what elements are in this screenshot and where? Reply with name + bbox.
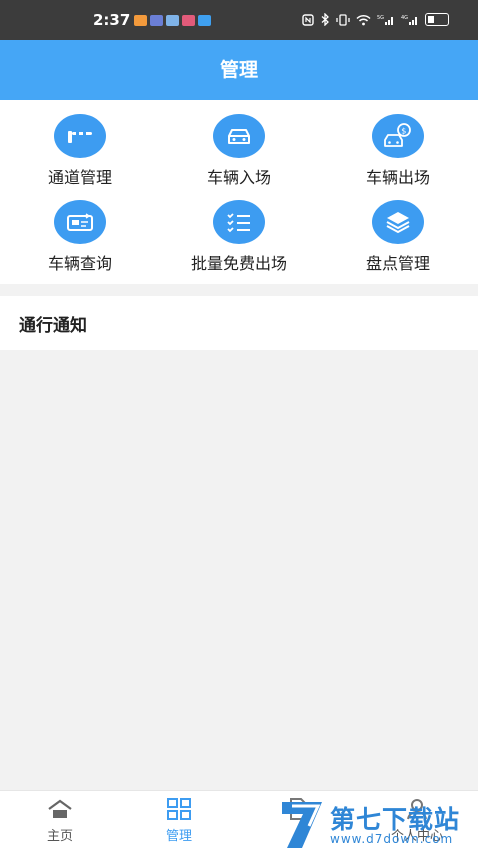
grid-item-gate-management[interactable]: 通道管理 xyxy=(0,100,160,187)
grid-item-label: 通道管理 xyxy=(47,168,112,187)
tab-management[interactable]: 管理 xyxy=(119,791,239,851)
grid-item-label: 批量免费出场 xyxy=(190,254,287,273)
tab-home[interactable]: 主页 xyxy=(0,791,120,851)
signal-4g-icon: 4G xyxy=(401,15,417,25)
checklist-icon xyxy=(213,200,265,244)
grid-item-inventory-management[interactable]: 盘点管理 xyxy=(318,186,478,273)
watermark-url: www.d7down.com xyxy=(330,832,454,846)
status-bar: 2:37 5G 4G xyxy=(0,0,478,40)
grid-item-vehicle-query[interactable]: 车辆查询 xyxy=(0,186,160,273)
grid-item-label: 车辆出场 xyxy=(365,168,430,187)
wifi-icon xyxy=(356,14,371,25)
grid-item-vehicle-entry[interactable]: 车辆入场 xyxy=(159,100,319,187)
signal-5g-icon: 5G xyxy=(377,15,393,25)
vehicle-card-icon xyxy=(54,200,106,244)
svg-text:5G: 5G xyxy=(377,15,384,21)
home-icon xyxy=(46,797,74,821)
grid-item-vehicle-exit[interactable]: $ 车辆出场 xyxy=(318,100,478,187)
grid-item-label: 盘点管理 xyxy=(365,254,430,273)
tab-label: 管理 xyxy=(165,829,192,844)
watermark-logo: 第七下载站 www.d7down.com xyxy=(278,796,478,850)
page-title: 管理 xyxy=(0,40,478,100)
layers-icon xyxy=(372,200,424,244)
notice-title: 通行通知 xyxy=(19,316,87,336)
watermark-7-icon xyxy=(282,802,322,848)
status-time: 2:37 xyxy=(93,11,131,29)
gate-barrier-icon xyxy=(54,114,106,158)
grid-item-batch-free-exit[interactable]: 批量免费出场 xyxy=(159,186,319,273)
app-notification-icons xyxy=(134,15,211,26)
watermark-name: 第七下载站 xyxy=(330,805,461,834)
nfc-icon xyxy=(302,13,314,26)
tab-label: 主页 xyxy=(46,829,73,844)
battery-icon xyxy=(425,13,449,26)
function-grid: 通道管理 车辆入场 $ 车辆出场 车辆查询 批量免费出场 盘点管理 xyxy=(0,100,478,284)
car-payment-icon: $ xyxy=(372,114,424,158)
grid-item-label: 车辆查询 xyxy=(47,254,112,273)
grid-icon xyxy=(165,797,193,821)
svg-text:4G: 4G xyxy=(401,15,408,21)
car-icon xyxy=(213,114,265,158)
grid-item-label: 车辆入场 xyxy=(206,168,271,187)
bluetooth-icon xyxy=(321,13,329,26)
vibrate-icon xyxy=(336,13,350,26)
notice-section: 通行通知 xyxy=(0,296,478,350)
svg-text:$: $ xyxy=(401,126,406,135)
status-indicators: 5G 4G xyxy=(302,13,449,26)
